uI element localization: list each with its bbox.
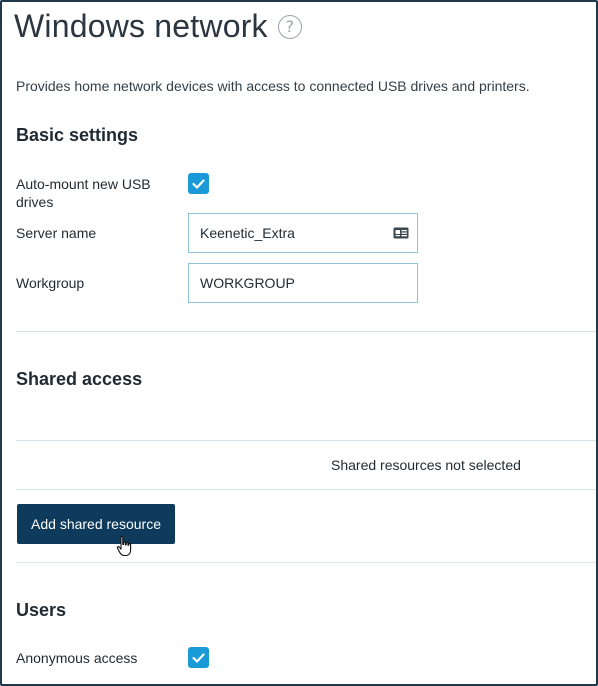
auto-mount-label-line2: drives [16,194,54,210]
server-name-label: Server name [16,225,97,241]
divider [16,489,596,490]
anonymous-access-checkbox[interactable] [188,647,209,668]
window-frame: Windows network ? Provides home network … [0,0,598,686]
basic-settings-title: Basic settings [16,125,139,145]
question-circle-icon[interactable]: ? [277,14,302,39]
page-title: Windows network [14,8,268,44]
contact-card-icon[interactable] [393,227,409,239]
auto-mount-checkbox[interactable] [188,173,209,194]
add-shared-resource-button[interactable]: Add shared resource [17,504,175,544]
checkmark-icon [192,178,205,189]
auto-mount-label: Auto-mount new USB drives [16,175,151,211]
workgroup-label: Workgroup [16,275,85,291]
users-title: Users [16,600,67,620]
title-row: Windows network ? [14,8,302,45]
shared-access-title: Shared access [16,369,143,389]
divider [16,331,596,332]
workgroup-input[interactable]: WORKGROUP [188,263,418,303]
checkmark-icon [192,652,205,663]
workgroup-value: WORKGROUP [200,275,295,291]
divider [16,562,596,563]
server-name-value: Keenetic_Extra [200,225,295,241]
shared-resources-empty-text: Shared resources not selected [331,457,521,473]
server-name-input[interactable]: Keenetic_Extra [188,213,418,253]
anonymous-access-label: Anonymous access [16,650,138,666]
auto-mount-label-line1: Auto-mount new USB [16,176,151,192]
page-description: Provides home network devices with acces… [16,78,530,94]
divider [16,440,596,441]
hand-cursor-icon [116,535,132,557]
